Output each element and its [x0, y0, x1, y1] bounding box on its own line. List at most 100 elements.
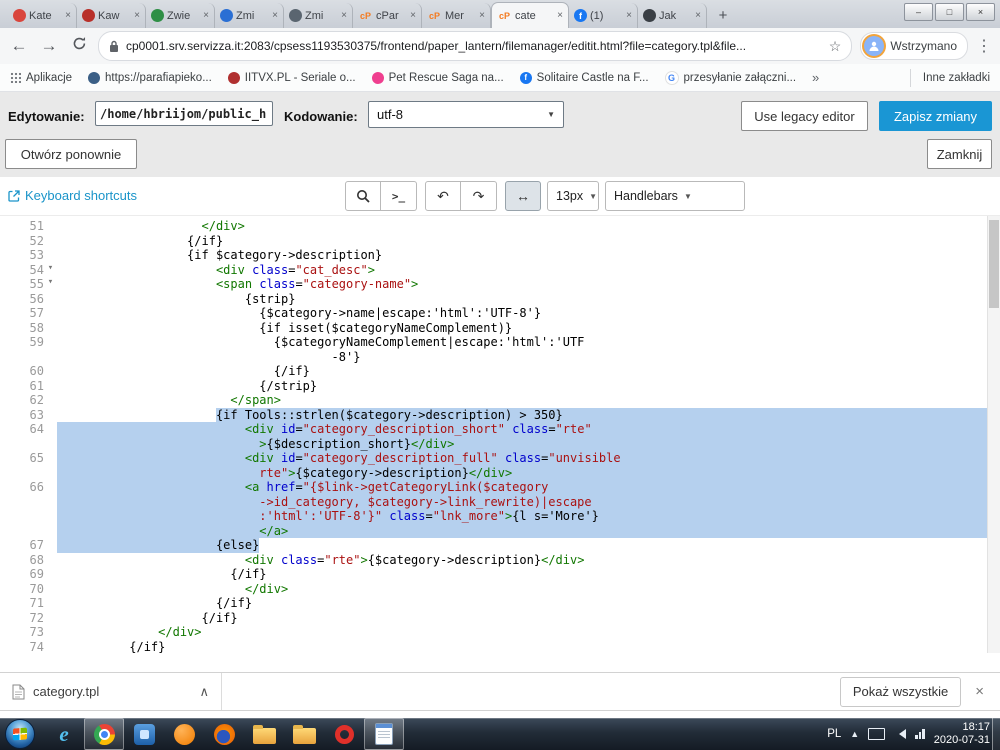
profile-chip[interactable]: Wstrzymano — [860, 32, 968, 60]
code-line[interactable]: -8'} — [0, 350, 1000, 365]
window-minimize-button[interactable]: – — [904, 3, 933, 21]
browser-tab[interactable]: cPcPar× — [353, 3, 422, 28]
save-button[interactable]: Zapisz zmiany — [879, 101, 992, 131]
hidden-icons-button[interactable]: ▲ — [850, 729, 859, 739]
code-line[interactable]: 59 {$categoryNameComplement|escape:'html… — [0, 335, 1000, 350]
bookmark-star-icon[interactable]: ☆ — [829, 38, 842, 55]
code-line[interactable]: 71 {/if} — [0, 596, 1000, 611]
taskbar-app-blue-app[interactable] — [124, 718, 164, 750]
bookmarks-overflow-icon[interactable]: » — [812, 70, 819, 85]
code-line[interactable]: 53 {if $category->description} — [0, 248, 1000, 263]
other-bookmarks-button[interactable]: Inne zakładki — [910, 69, 990, 87]
font-size-select[interactable]: 13px ▼ — [547, 181, 599, 211]
browser-menu-button[interactable]: ⋮ — [976, 36, 992, 56]
code-line[interactable]: ->id_category, $category->link_rewrite)|… — [0, 495, 1000, 510]
file-path-input[interactable] — [95, 101, 273, 126]
code-line[interactable]: 66 <a href="{$link->getCategoryLink($cat… — [0, 480, 1000, 495]
code-line[interactable]: 72 {/if} — [0, 611, 1000, 626]
code-line[interactable]: 51 </div> — [0, 219, 1000, 234]
close-editor-button[interactable]: Zamknij — [927, 139, 992, 169]
tab-close-icon[interactable]: × — [341, 10, 347, 21]
browser-tab[interactable]: Jak× — [638, 3, 707, 28]
undo-button[interactable]: ↶ — [425, 181, 461, 211]
code-line[interactable]: 60 {/if} — [0, 364, 1000, 379]
taskbar-clock[interactable]: 18:17 2020-07-31 — [934, 721, 990, 747]
code-line[interactable]: >{$description_short}</div> — [0, 437, 1000, 452]
file-tab[interactable]: category.tpl ∧ — [0, 673, 222, 710]
taskbar-app-chrome[interactable] — [84, 718, 124, 750]
browser-tab[interactable]: Kaw× — [77, 3, 146, 28]
close-bar-icon[interactable]: × — [975, 683, 984, 700]
show-desktop-button[interactable] — [992, 718, 1000, 750]
tab-close-icon[interactable]: × — [479, 10, 485, 21]
redo-button[interactable]: ↷ — [461, 181, 497, 211]
browser-tab[interactable]: Zmi× — [284, 3, 353, 28]
bookmark-item[interactable]: IITVX.PL - Seriale o... — [228, 72, 356, 84]
bookmark-item[interactable]: Pet Rescue Saga na... — [372, 72, 504, 84]
bookmark-item[interactable]: Gprzesyłanie załączni... — [665, 71, 797, 85]
encoding-select[interactable]: utf-8 ▼ — [368, 101, 564, 128]
code-line[interactable]: 55▾ <span class="category-name"> — [0, 277, 1000, 292]
bookmark-item[interactable]: fSolitaire Castle na F... — [520, 72, 649, 84]
code-line[interactable]: 63 {if Tools::strlen($category->descript… — [0, 408, 1000, 423]
code-line[interactable]: 62 </span> — [0, 393, 1000, 408]
apps-shortcut[interactable]: Aplikacje — [10, 72, 72, 84]
browser-tab[interactable]: Zmi× — [215, 3, 284, 28]
taskbar-app-folder-2[interactable] — [284, 718, 324, 750]
code-editor[interactable]: 51 </div>52 {/if}53 {if $category->descr… — [0, 215, 1000, 653]
window-maximize-button[interactable]: □ — [935, 3, 964, 21]
network-icon[interactable] — [915, 729, 925, 739]
taskbar-app-opera[interactable] — [324, 718, 364, 750]
tab-close-icon[interactable]: × — [410, 10, 416, 21]
browser-tab[interactable]: cPMer× — [422, 3, 491, 28]
back-button[interactable]: ← — [8, 36, 30, 56]
new-tab-button[interactable]: + — [711, 4, 735, 26]
taskbar-app-firefox[interactable] — [204, 718, 244, 750]
code-line[interactable]: 67 {else} — [0, 538, 1000, 553]
fold-arrow-icon[interactable]: ▾ — [44, 277, 57, 292]
browser-tab[interactable]: Kate× — [8, 3, 77, 28]
code-line[interactable]: 69 {/if} — [0, 567, 1000, 582]
code-line[interactable]: 68 <div class="rte">{$category->descript… — [0, 553, 1000, 568]
code-line[interactable]: 64 <div id="category_description_short" … — [0, 422, 1000, 437]
code-line[interactable]: 65 <div id="category_description_full" c… — [0, 451, 1000, 466]
fold-arrow-icon[interactable]: ▾ — [44, 263, 57, 278]
taskbar-app-internet-explorer[interactable] — [44, 718, 84, 750]
reload-button[interactable] — [68, 36, 90, 56]
browser-tab[interactable]: Zwie× — [146, 3, 215, 28]
tab-close-icon[interactable]: × — [695, 10, 701, 21]
code-line[interactable]: 70 </div> — [0, 582, 1000, 597]
code-line[interactable]: 54▾ <div class="cat_desc"> — [0, 263, 1000, 278]
search-button[interactable] — [345, 181, 381, 211]
tab-close-icon[interactable]: × — [557, 10, 563, 21]
address-bar[interactable]: cp0001.srv.servizza.it:2083/cpsess119353… — [98, 31, 852, 61]
tray-device-icon[interactable] — [868, 728, 885, 740]
code-line[interactable]: 57 {$category->name|escape:'html':'UTF-8… — [0, 306, 1000, 321]
code-line[interactable]: 73 </div> — [0, 625, 1000, 640]
terminal-button[interactable]: >_ — [381, 181, 417, 211]
tab-close-icon[interactable]: × — [203, 10, 209, 21]
code-line[interactable]: 52 {/if} — [0, 234, 1000, 249]
tab-close-icon[interactable]: × — [626, 10, 632, 21]
code-line[interactable]: 74 {/if} — [0, 640, 1000, 655]
word-wrap-toggle[interactable]: ↔ — [505, 181, 541, 211]
legacy-editor-button[interactable]: Use legacy editor — [741, 101, 868, 131]
editor-scrollbar[interactable] — [987, 216, 1000, 653]
code-line[interactable]: </a> — [0, 524, 1000, 539]
collapse-chevron-icon[interactable]: ∧ — [199, 684, 209, 700]
code-line[interactable]: 56 {strip} — [0, 292, 1000, 307]
code-line[interactable]: :'html':'UTF-8'}" class="lnk_more">{l s=… — [0, 509, 1000, 524]
start-button[interactable] — [5, 719, 35, 749]
tab-close-icon[interactable]: × — [134, 10, 140, 21]
tab-close-icon[interactable]: × — [272, 10, 278, 21]
code-line[interactable]: 58 {if isset($categoryNameComplement)} — [0, 321, 1000, 336]
keyboard-shortcuts-link[interactable]: Keyboard shortcuts — [8, 188, 137, 203]
code-line[interactable]: rte">{$category->description}</div> — [0, 466, 1000, 481]
taskbar-app-folder[interactable] — [244, 718, 284, 750]
show-all-button[interactable]: Pokaż wszystkie — [840, 677, 961, 707]
reopen-button[interactable]: Otwórz ponownie — [5, 139, 137, 169]
taskbar-app-notepad[interactable] — [364, 718, 404, 750]
language-indicator[interactable]: PL — [827, 728, 841, 740]
browser-tab[interactable]: cPcate× — [491, 2, 569, 28]
syntax-mode-select[interactable]: Handlebars ▼ — [605, 181, 745, 211]
